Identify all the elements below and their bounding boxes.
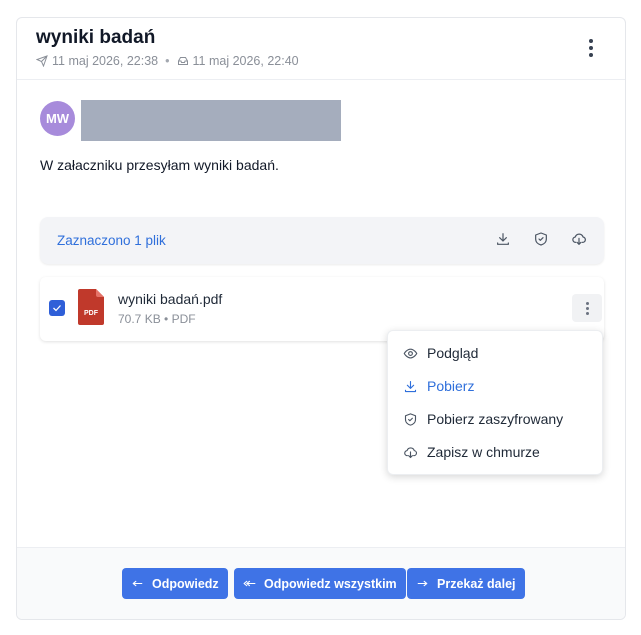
email-dates: 11 maj 2026, 22:38 • 11 maj 2026, 22:40 xyxy=(36,54,299,68)
attachments-bar: Zaznaczono 1 plik xyxy=(40,217,604,264)
email-actions-footer: Odpowiedz Odpowiedz wszystkim Przekaż da… xyxy=(17,547,625,619)
menu-item-download-encrypted[interactable]: Pobierz zaszyfrowany xyxy=(388,403,602,435)
file-name: wyniki badań.pdf xyxy=(118,291,223,307)
menu-item-save-cloud[interactable]: Zapisz w chmurze xyxy=(388,436,602,468)
email-body: W załaczniku przesyłam wyniki badań. xyxy=(40,157,279,173)
file-more-icon[interactable] xyxy=(572,294,602,322)
file-meta: 70.7 KB • PDF xyxy=(118,312,196,326)
shield-icon[interactable] xyxy=(533,231,553,251)
forward-icon xyxy=(417,580,428,587)
reply-label: Odpowiedz xyxy=(152,576,219,591)
shield-icon xyxy=(404,412,417,426)
avatar: MW xyxy=(40,101,75,136)
received-icon xyxy=(177,57,188,65)
forward-label: Przekaż dalej xyxy=(437,576,516,591)
download-icon xyxy=(404,380,417,392)
cloud-download-icon[interactable] xyxy=(571,231,591,251)
reply-all-icon xyxy=(243,580,256,587)
separator-dot: • xyxy=(165,54,170,68)
selected-count: Zaznaczono 1 plik xyxy=(57,233,166,248)
sent-icon xyxy=(36,55,48,67)
reply-all-button[interactable]: Odpowiedz wszystkim xyxy=(234,568,406,599)
menu-item-label: Pobierz zaszyfrowany xyxy=(427,411,564,427)
pdf-badge: PDF xyxy=(84,310,99,317)
reply-icon xyxy=(132,580,143,587)
email-subject: wyniki badań xyxy=(36,27,156,48)
menu-item-download[interactable]: Pobierz xyxy=(388,370,602,402)
cloud-download-icon xyxy=(404,446,417,458)
email-card: wyniki badań 11 maj 2026, 22:38 • 11 maj… xyxy=(16,17,626,620)
attachment-context-menu: Podgląd Pobierz Pobierz zaszyfrowany Zap… xyxy=(387,330,603,475)
menu-item-label: Podgląd xyxy=(427,345,479,361)
sent-date: 11 maj 2026, 22:38 xyxy=(52,54,159,68)
pdf-file-icon: PDF xyxy=(78,289,104,325)
attachment-checkbox[interactable] xyxy=(49,300,65,316)
menu-item-preview[interactable]: Podgląd xyxy=(388,337,602,369)
email-more-icon[interactable] xyxy=(579,36,603,60)
eye-icon xyxy=(403,348,418,358)
menu-item-label: Pobierz xyxy=(427,378,475,394)
sender-redacted xyxy=(81,100,341,141)
received-date: 11 maj 2026, 22:40 xyxy=(192,54,299,68)
reply-button[interactable]: Odpowiedz xyxy=(122,568,228,599)
menu-item-label: Zapisz w chmurze xyxy=(427,444,540,460)
download-icon[interactable] xyxy=(495,231,515,251)
email-header: wyniki badań 11 maj 2026, 22:38 • 11 maj… xyxy=(17,18,625,80)
forward-button[interactable]: Przekaż dalej xyxy=(407,568,525,599)
reply-all-label: Odpowiedz wszystkim xyxy=(264,576,397,591)
